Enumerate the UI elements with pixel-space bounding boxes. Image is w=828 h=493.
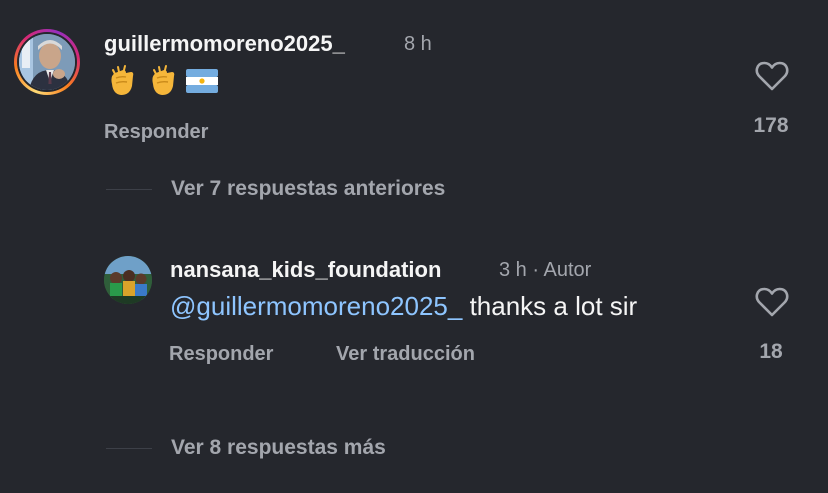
see-translation-button[interactable]: Ver traducción — [336, 343, 475, 366]
like-heart-icon[interactable] — [755, 61, 789, 91]
author-badge: Autor — [543, 259, 592, 281]
reply-like-heart-icon[interactable] — [755, 287, 789, 317]
reply-time: 3 h — [499, 259, 527, 281]
view-more-replies-button[interactable]: Ver 8 respuestas más — [171, 436, 386, 460]
reply-avatar-image — [104, 256, 152, 304]
comment-text — [104, 64, 219, 105]
clapping-hands-icon — [104, 64, 138, 105]
meta-separator: · — [532, 259, 540, 281]
avatar — [19, 34, 75, 90]
reply-text: @guillermomoreno2025_ thanks a lot sir — [170, 291, 637, 322]
story-ring[interactable] — [14, 29, 80, 95]
reply-like-count: 18 — [759, 340, 783, 363]
thread-divider — [106, 189, 152, 190]
reply-avatar[interactable] — [104, 256, 152, 304]
view-previous-replies-button[interactable]: Ver 7 respuestas anteriores — [171, 177, 445, 201]
avatar-image — [19, 34, 75, 90]
comment-username[interactable]: guillermomoreno2025_ — [104, 31, 345, 57]
reply-to-reply-button[interactable]: Responder — [169, 343, 273, 366]
comments-panel: guillermomoreno2025_ 8 h Responder 178 V… — [0, 0, 828, 493]
reply-button[interactable]: Responder — [104, 121, 208, 144]
argentina-flag-icon — [186, 69, 219, 100]
clapping-hands-icon — [145, 64, 179, 105]
reply-mention-link[interactable]: @guillermomoreno2025_ — [170, 291, 462, 321]
avatar-gap — [17, 32, 77, 92]
reply-username[interactable]: nansana_kids_foundation — [170, 257, 441, 283]
thread-divider — [106, 448, 152, 449]
reply-meta: 3 h · Autor — [499, 259, 591, 282]
reply-body: thanks a lot sir — [462, 291, 638, 321]
like-count: 178 — [753, 114, 789, 137]
comment-time: 8 h — [404, 33, 432, 55]
